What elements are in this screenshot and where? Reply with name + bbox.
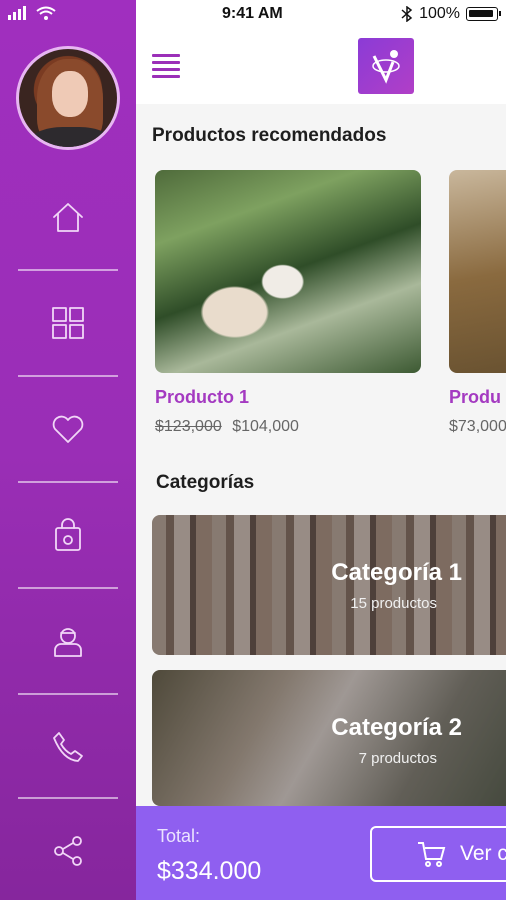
view-cart-button[interactable]: Ver c — [370, 826, 506, 882]
phone-icon — [53, 732, 83, 762]
status-bar: 9:41 AM 100% — [136, 0, 506, 28]
view-cart-label: Ver c — [460, 842, 506, 865]
cart-icon — [418, 842, 446, 867]
battery-icon — [466, 7, 501, 21]
category-card[interactable]: Categoría 1 15 productos — [152, 515, 506, 655]
product-price: $73,000 — [449, 418, 506, 436]
nav-support[interactable] — [18, 599, 118, 683]
total-value: $334.000 — [157, 857, 262, 885]
current-price: $104,000 — [232, 418, 299, 435]
category-name: Categoría 2 — [331, 714, 462, 741]
user-avatar[interactable] — [16, 46, 120, 150]
category-card[interactable]: Categoría 2 7 productos — [152, 670, 506, 806]
signal-wifi-indicators — [8, 6, 56, 20]
product-name[interactable]: Produ — [449, 387, 501, 408]
main-content: 9:41 AM 100% Productos recomendados Prod… — [136, 0, 506, 900]
sidebar — [0, 0, 136, 900]
nav-divider — [18, 587, 118, 589]
category-count: 7 productos — [358, 750, 437, 767]
battery-percent: 100% — [419, 5, 460, 22]
nav-categories[interactable] — [18, 281, 118, 365]
cart-bar: Total: $334.000 Ver c — [136, 806, 506, 900]
product-name[interactable]: Producto 1 — [155, 387, 249, 408]
menu-icon[interactable] — [152, 54, 180, 78]
nav-divider — [18, 693, 118, 695]
support-agent-icon — [54, 628, 82, 657]
status-time: 9:41 AM — [222, 5, 283, 22]
category-name: Categoría 1 — [331, 559, 462, 586]
share-icon — [54, 836, 82, 866]
nav-home[interactable] — [18, 176, 118, 260]
home-icon — [53, 203, 83, 232]
categories-title: Categorías — [156, 472, 255, 493]
nav-share[interactable] — [18, 809, 118, 893]
nav-divider — [18, 797, 118, 799]
shopping-bag-icon — [55, 518, 81, 551]
nav-orders[interactable] — [18, 493, 118, 577]
nav-divider — [18, 269, 118, 271]
brand-logo-icon[interactable] — [358, 38, 414, 94]
grid-icon — [52, 307, 84, 339]
nav-divider — [18, 375, 118, 377]
nav-contact[interactable] — [18, 705, 118, 789]
product-card-image[interactable] — [155, 170, 421, 373]
cellular-signal-icon — [8, 6, 26, 20]
heart-icon — [52, 415, 84, 443]
total-label: Total: — [157, 826, 201, 846]
recommended-title: Productos recomendados — [152, 125, 387, 146]
wifi-icon — [36, 6, 56, 20]
nav-favorites[interactable] — [18, 387, 118, 471]
nav-divider — [18, 481, 118, 483]
product-price: $123,000 $104,000 — [155, 418, 299, 436]
header — [136, 28, 506, 104]
current-price: $73,000 — [449, 418, 506, 435]
product-card-image[interactable] — [449, 170, 506, 373]
old-price: $123,000 — [155, 418, 222, 435]
category-count: 15 productos — [350, 595, 437, 612]
bluetooth-icon — [401, 6, 413, 22]
